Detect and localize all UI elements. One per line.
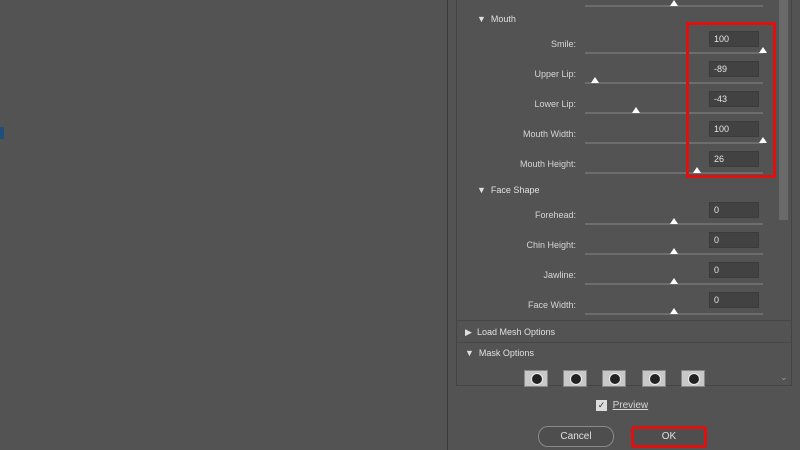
slider-track[interactable] bbox=[585, 278, 763, 285]
value-input[interactable]: 0 bbox=[709, 292, 759, 308]
slider-label: Mouth Width: bbox=[522, 129, 576, 139]
scroll-down-icon[interactable]: ⌄ bbox=[780, 372, 788, 383]
image-canvas[interactable] bbox=[0, 0, 447, 450]
divider bbox=[457, 320, 791, 321]
section-mouth[interactable]: ▼ Mouth bbox=[477, 14, 516, 24]
slider-label: Mouth Height: bbox=[519, 159, 576, 169]
slider-thumb[interactable] bbox=[670, 0, 678, 6]
slider-label: Upper Lip: bbox=[534, 69, 576, 79]
slider-thumb[interactable] bbox=[670, 278, 678, 284]
slider-label: Jawline: bbox=[543, 270, 576, 280]
section-label: Load Mesh Options bbox=[476, 327, 555, 337]
section-label: Mouth bbox=[490, 14, 516, 24]
scrollbar[interactable] bbox=[779, 0, 788, 220]
canvas-content bbox=[0, 127, 4, 139]
slider-track[interactable] bbox=[585, 218, 763, 225]
mask-button-4[interactable] bbox=[642, 370, 666, 387]
slider-label: Forehead: bbox=[534, 210, 576, 220]
value-input[interactable]: 0 bbox=[709, 232, 759, 248]
mask-button-3[interactable] bbox=[602, 370, 626, 387]
value-input[interactable]: 0 bbox=[709, 202, 759, 218]
mask-button-1[interactable] bbox=[524, 370, 548, 387]
divider bbox=[457, 342, 791, 343]
preview-checkbox[interactable]: ✓ Preview bbox=[596, 400, 648, 411]
slider-thumb[interactable] bbox=[670, 308, 678, 314]
slider-label: Chin Height: bbox=[526, 240, 576, 250]
liquify-properties-panel: ▼ Mouth Smile: 100 Upper Lip: -89 Lower … bbox=[447, 0, 800, 450]
slider-thumb[interactable] bbox=[670, 218, 678, 224]
slider-label: Face Width: bbox=[527, 300, 576, 310]
value-input[interactable]: 0 bbox=[709, 262, 759, 278]
mask-button-2[interactable] bbox=[563, 370, 587, 387]
slider-track[interactable] bbox=[585, 308, 763, 315]
section-label: Face Shape bbox=[490, 185, 540, 195]
section-mask-options[interactable]: ▼ Mask Options bbox=[465, 348, 534, 358]
slider-label: Smile: bbox=[550, 39, 576, 49]
slider-thumb[interactable] bbox=[670, 248, 678, 254]
checkbox-icon: ✓ bbox=[596, 400, 607, 411]
section-face-shape[interactable]: ▼ Face Shape bbox=[477, 185, 539, 195]
slider-thumb[interactable] bbox=[590, 77, 599, 83]
mask-button-5[interactable] bbox=[681, 370, 705, 387]
section-load-mesh[interactable]: ▶ Load Mesh Options bbox=[465, 327, 555, 338]
highlight-box-mouth-values bbox=[686, 22, 776, 178]
slider-track[interactable] bbox=[585, 0, 763, 7]
section-label: Mask Options bbox=[478, 348, 534, 358]
slider-label: Lower Lip: bbox=[534, 99, 576, 109]
slider-track[interactable] bbox=[585, 248, 763, 255]
preview-label: Preview bbox=[612, 400, 649, 412]
ok-button[interactable]: OK bbox=[631, 426, 707, 448]
cancel-button[interactable]: Cancel bbox=[538, 426, 614, 447]
slider-thumb[interactable] bbox=[631, 107, 640, 113]
